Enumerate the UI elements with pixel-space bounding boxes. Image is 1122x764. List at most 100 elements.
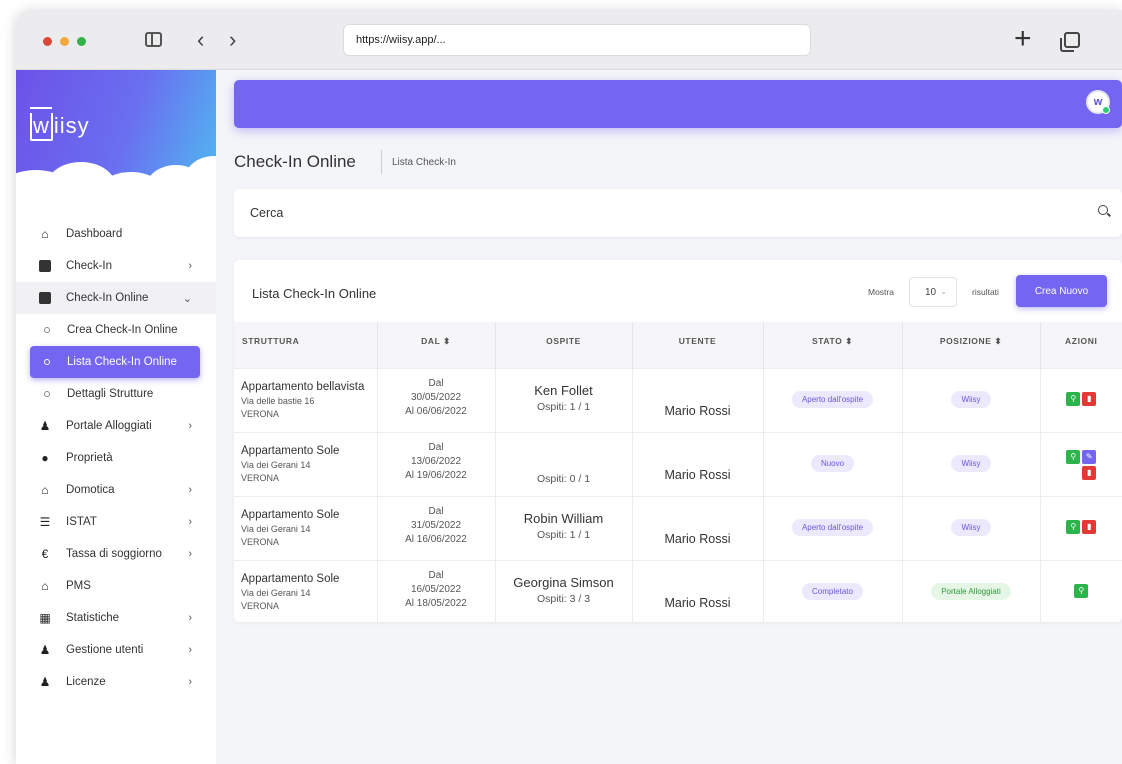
delete-icon[interactable]: ▮ (1082, 519, 1097, 534)
cell-posizione: Portale Alloggiati (902, 559, 1041, 622)
chevron-down-icon: ⌄ (182, 292, 192, 305)
sidebar-header: w iisy (16, 70, 216, 190)
calendar-check-icon (38, 291, 52, 305)
view-icon[interactable]: ⚲ (1066, 391, 1081, 406)
close-window-icon[interactable] (43, 37, 52, 46)
chevron-right-icon: › (188, 484, 192, 496)
sidebar-nav: ⌂ Dashboard Check-In › Check-In Online ⌄… (16, 210, 216, 698)
cell-posizione: Wiisy (902, 431, 1041, 496)
sidebar-item-domotica[interactable]: ⌂ Domotica › (16, 474, 216, 506)
view-icon[interactable]: ⚲ (1066, 519, 1081, 534)
chevron-right-icon: › (188, 420, 192, 432)
building-icon: ⌂ (41, 579, 49, 593)
sidebar-item-check-in-online[interactable]: Check-In Online ⌄ (16, 282, 216, 314)
cell-utente: Mario Rossi (632, 495, 764, 560)
status-badge: Nuovo (810, 454, 855, 472)
back-icon[interactable]: ‹ (197, 28, 204, 52)
sidebar-item-portale-alloggiati[interactable]: ♟ Portale Alloggiati › (16, 410, 216, 442)
property-address: Via dei Gerani 14 (241, 523, 311, 534)
search-box (234, 189, 1122, 237)
sidebar-item-proprieta[interactable]: ● Proprietà (16, 442, 216, 474)
column-header-stato[interactable]: STATO ⬍ (763, 322, 903, 368)
status-badge: Aperto dall'ospite (791, 390, 874, 408)
status-badge: Completato (802, 582, 863, 600)
page-size-select[interactable]: 10 ⌄ (909, 277, 957, 307)
guest-count: Ospiti: 3 / 3 (536, 592, 591, 605)
new-tab-icon[interactable]: + (1014, 24, 1032, 54)
cell-dal: Dal 13/06/2022 Al 19/06/2022 (377, 431, 496, 496)
view-icon[interactable]: ⚲ (1074, 583, 1089, 598)
circle-icon (44, 391, 50, 397)
chevron-right-icon: › (188, 676, 192, 688)
wiisy-avatar-icon: w (1093, 96, 1103, 108)
chevron-right-icon: › (188, 548, 192, 560)
column-header-struttura: STRUTTURA (234, 322, 378, 368)
property-address: Via dei Gerani 14 (241, 459, 311, 470)
guest-name: Georgina Simson (513, 574, 614, 590)
sidebar-item-tassa-di-soggiorno[interactable]: € Tassa di soggiorno › (16, 538, 216, 570)
table-row: Appartamento Sole Via dei Gerani 14 VERO… (234, 495, 1122, 560)
sidebar-item-licenze[interactable]: ♟ Licenze › (16, 666, 216, 698)
cell-ospite: Ospiti: 0 / 1 (495, 431, 633, 496)
sidebar-toggle-icon[interactable] (145, 32, 162, 47)
forward-icon[interactable]: › (229, 28, 236, 52)
status-badge: Aperto dall'ospite (791, 518, 874, 536)
logo-house-icon: w (30, 113, 53, 141)
user-avatar[interactable]: w (1086, 90, 1110, 114)
cell-struttura: Appartamento Sole Via dei Gerani 14 VERO… (234, 431, 378, 496)
sidebar: w iisy ⌂ Dashboard Check-In › Check-In On… (16, 70, 216, 764)
edit-icon[interactable]: ✎ (1082, 449, 1097, 464)
brand-logo[interactable]: w iisy (30, 113, 90, 141)
property-name: Appartamento bellavista (241, 380, 365, 393)
search-input[interactable] (250, 203, 1070, 223)
page-title: Check-In Online (234, 152, 356, 171)
chevron-right-icon: › (188, 644, 192, 656)
chevron-right-icon: › (188, 260, 192, 272)
sidebar-subitem-crea-check-in-online[interactable]: Crea Check-In Online (16, 314, 216, 346)
cell-utente: Mario Rossi (632, 367, 764, 432)
table-row: Appartamento Sole Via dei Gerani 14 VERO… (234, 559, 1122, 622)
sidebar-item-dashboard[interactable]: ⌂ Dashboard (16, 218, 216, 250)
property-name: Appartamento Sole (241, 508, 340, 521)
minimize-window-icon[interactable] (60, 37, 69, 46)
url-bar[interactable]: https://wiisy.app/... (343, 24, 811, 56)
guest-count: Ospiti: 0 / 1 (536, 472, 591, 485)
property-city: VERONA (241, 472, 280, 483)
property-name: Appartamento Sole (241, 444, 340, 457)
delete-icon[interactable]: ▮ (1082, 465, 1097, 480)
cell-ospite: Ken Follet Ospiti: 1 / 1 (495, 367, 633, 432)
table-row: Appartamento bellavista Via delle bastie… (234, 367, 1122, 432)
cell-struttura: Appartamento bellavista Via delle bastie… (234, 367, 378, 432)
checkin-list-card: Lista Check-In Online Mostra 10 ⌄ risult… (234, 260, 1122, 622)
cell-azioni: ⚲ ▮ (1040, 367, 1122, 432)
delete-icon[interactable]: ▮ (1082, 391, 1097, 406)
sidebar-item-pms[interactable]: ⌂ PMS (16, 570, 216, 602)
sidebar-item-statistiche[interactable]: ▦ Statistiche › (16, 602, 216, 634)
view-icon[interactable]: ⚲ (1066, 449, 1081, 464)
maximize-window-icon[interactable] (77, 37, 86, 46)
sidebar-item-check-in[interactable]: Check-In › (16, 250, 216, 282)
search-icon[interactable] (1098, 205, 1108, 215)
sidebar-subitem-dettagli-strutture[interactable]: Dettagli Strutture (16, 378, 216, 410)
cell-dal: Dal 16/05/2022 Al 18/05/2022 (377, 559, 496, 622)
breadcrumb: Lista Check-In (392, 157, 456, 168)
guest-name: Robin William (523, 510, 604, 526)
column-header-dal[interactable]: DAL ⬍ (377, 322, 496, 368)
property-city: VERONA (241, 600, 280, 611)
checkin-table: STRUTTURA DAL ⬍ OSPITE UTENTE STATO ⬍ PO… (234, 322, 1122, 622)
create-new-button[interactable]: Crea Nuovo (1016, 275, 1107, 307)
chevron-down-icon: ⌄ (940, 287, 947, 296)
cell-posizione: Wiisy (902, 367, 1041, 432)
property-name: Appartamento Sole (241, 572, 340, 585)
tabs-overview-icon[interactable] (1060, 32, 1080, 52)
sidebar-subitem-lista-check-in-online[interactable]: Lista Check-In Online (30, 346, 200, 378)
position-badge: Wiisy (951, 518, 991, 536)
home-icon: ⌂ (41, 227, 49, 241)
guest-name: Ken Follet (534, 382, 593, 398)
sidebar-item-istat[interactable]: ☰ ISTAT › (16, 506, 216, 538)
top-bar: w (234, 80, 1122, 128)
cell-utente: Mario Rossi (632, 559, 764, 622)
sidebar-item-gestione-utenti[interactable]: ♟ Gestione utenti › (16, 634, 216, 666)
cell-ospite: Georgina Simson Ospiti: 3 / 3 (495, 559, 633, 622)
column-header-posizione[interactable]: POSIZIONE ⬍ (902, 322, 1041, 368)
